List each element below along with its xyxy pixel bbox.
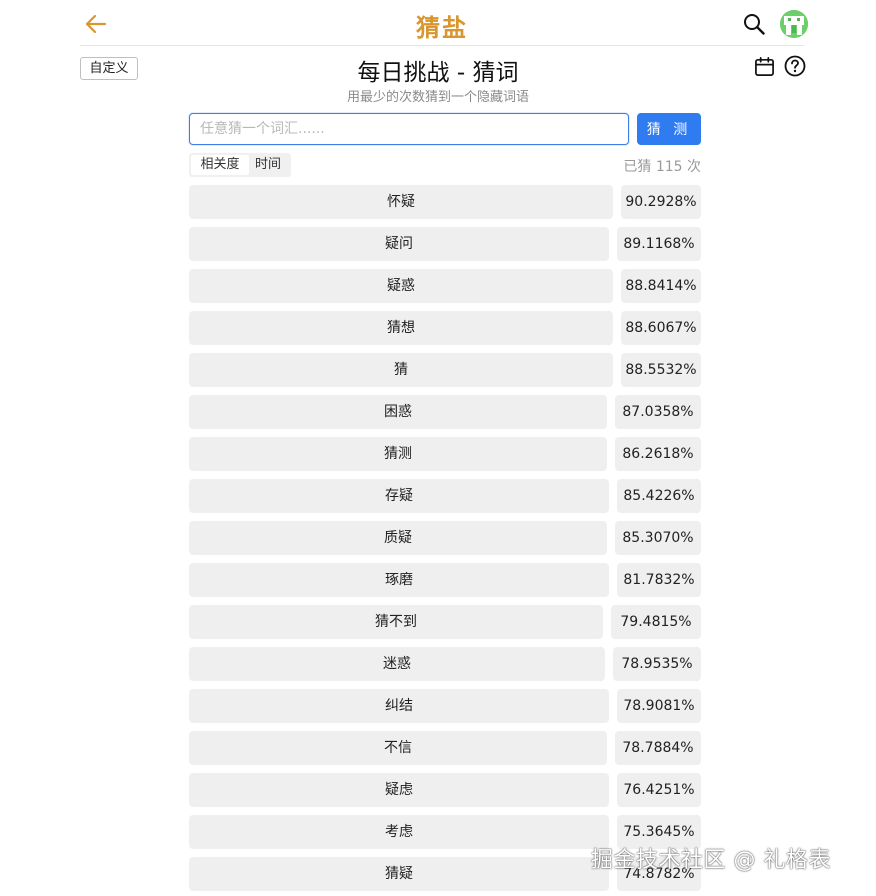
guess-row: 疑问 89.1168% (189, 227, 701, 261)
guess-score: 89.1168% (617, 227, 701, 261)
guess-row: 猜想 88.6067% (189, 311, 701, 345)
guess-word: 考虑 (189, 815, 609, 849)
guess-score: 86.2618% (615, 437, 701, 471)
guess-score: 78.9535% (613, 647, 701, 681)
guess-word: 疑惑 (189, 269, 613, 303)
guess-score: 78.7884% (615, 731, 701, 765)
guess-row: 猜 88.5532% (189, 353, 701, 387)
guess-row: 迷惑 78.9535% (189, 647, 701, 681)
guess-row: 质疑 85.3070% (189, 521, 701, 555)
guess-row: 困惑 87.0358% (189, 395, 701, 429)
guess-word: 纠结 (189, 689, 609, 723)
app-title: 猜盐 (416, 14, 468, 42)
avatar-icon (780, 10, 808, 38)
guess-row: 不信 78.7884% (189, 731, 701, 765)
guess-score: 88.8414% (621, 269, 701, 303)
sort-option-relevance[interactable]: 相关度 (191, 155, 249, 175)
guess-word: 猜疑 (189, 857, 609, 891)
help-icon[interactable] (784, 55, 806, 77)
guess-word: 怀疑 (189, 185, 613, 219)
guess-score: 85.4226% (617, 479, 701, 513)
guess-score: 85.3070% (615, 521, 701, 555)
guess-word: 迷惑 (189, 647, 605, 681)
guess-word: 琢磨 (189, 563, 609, 597)
page-subtitle: 用最少的次数猜到一个隐藏词语 (346, 90, 529, 105)
guess-word: 困惑 (189, 395, 607, 429)
calendar-icon[interactable] (754, 56, 775, 77)
guess-row: 疑虑 76.4251% (189, 773, 701, 807)
sort-option-time[interactable]: 时间 (249, 155, 287, 175)
guess-word: 疑问 (189, 227, 609, 261)
search-icon[interactable] (742, 12, 766, 36)
guess-score: 90.2928% (621, 185, 701, 219)
sort-toggle: 相关度 时间 (189, 153, 291, 177)
watermark: 掘金技术社区 @ 礼格表 (591, 848, 831, 873)
guess-word: 猜不到 (189, 605, 603, 639)
page-title: 每日挑战 - 猜词 (357, 60, 519, 86)
guess-row: 疑惑 88.8414% (189, 269, 701, 303)
guess-row: 纠结 78.9081% (189, 689, 701, 723)
guess-row: 存疑 85.4226% (189, 479, 701, 513)
page: 猜盐 自定义 每日挑战 - 猜词 用最少的次数猜到一个隐藏词语 任意猜一个词汇.… (0, 0, 876, 896)
guess-score: 79.4815% (611, 605, 701, 639)
guess-input[interactable] (189, 113, 629, 145)
guess-row: 怀疑 90.2928% (189, 185, 701, 219)
guess-button[interactable]: 猜 测 (637, 113, 701, 145)
guess-word: 存疑 (189, 479, 609, 513)
guess-score: 88.5532% (621, 353, 701, 387)
guess-score: 76.4251% (617, 773, 701, 807)
guess-score: 78.9081% (617, 689, 701, 723)
guess-word: 猜测 (189, 437, 607, 471)
guess-word: 不信 (189, 731, 607, 765)
guess-count: 已猜 115 次 (623, 159, 701, 175)
guess-word: 质疑 (189, 521, 607, 555)
guess-score: 87.0358% (615, 395, 701, 429)
top-bar: 猜盐 (80, 0, 808, 46)
avatar[interactable] (780, 10, 808, 38)
guess-word: 猜想 (189, 311, 613, 345)
guess-score: 88.6067% (621, 311, 701, 345)
guess-word: 疑虑 (189, 773, 609, 807)
guess-score: 81.7832% (617, 563, 701, 597)
guess-row: 琢磨 81.7832% (189, 563, 701, 597)
guess-row: 猜不到 79.4815% (189, 605, 701, 639)
guess-row: 猜测 86.2618% (189, 437, 701, 471)
guess-word: 猜 (189, 353, 613, 387)
